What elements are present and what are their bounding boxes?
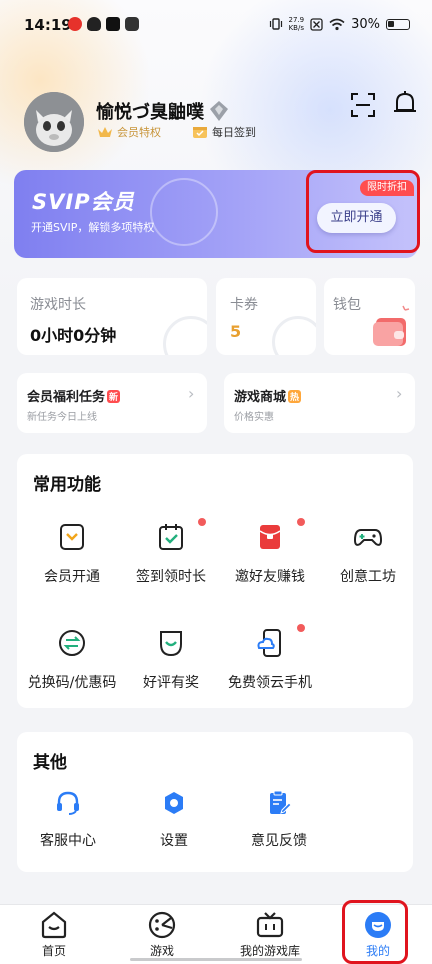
nav-game[interactable]: 游戏 bbox=[108, 910, 216, 959]
tiktok-icon bbox=[106, 17, 120, 31]
coupon-value: 5 bbox=[230, 322, 242, 341]
vip-privilege-link[interactable]: 会员特权 bbox=[97, 124, 161, 140]
nav-game-library[interactable]: 我的游戏库 bbox=[216, 910, 324, 959]
member-task-sub: 新任务今日上线 bbox=[27, 412, 97, 423]
daily-signin-link[interactable]: 每日签到 bbox=[192, 124, 256, 140]
notification-dot bbox=[297, 518, 305, 526]
battery-icon bbox=[386, 18, 410, 30]
func-member-open[interactable]: 会员开通 bbox=[22, 522, 122, 586]
highlight-box-nav bbox=[342, 900, 408, 964]
status-time: 14:19 bbox=[24, 16, 72, 34]
exchange-icon bbox=[57, 628, 87, 658]
notification-dot bbox=[198, 518, 206, 526]
username: 愉悦づ臭鼬噗 bbox=[96, 102, 204, 123]
weibo-icon bbox=[68, 17, 82, 31]
avatar-image bbox=[24, 92, 84, 152]
member-open-icon bbox=[57, 522, 87, 552]
func-signin-time[interactable]: 签到领时长 bbox=[121, 518, 221, 586]
scan-icon[interactable] bbox=[350, 92, 376, 118]
calendar-check-icon bbox=[156, 518, 206, 552]
member-task-title: 会员福利任务新 bbox=[27, 386, 121, 405]
wallet-label: 钱包 bbox=[333, 297, 361, 313]
level-diamond-icon bbox=[210, 101, 228, 121]
bulb-icon bbox=[87, 17, 101, 31]
game-mall-title: 游戏商城热 bbox=[234, 386, 302, 405]
gamepad-icon bbox=[353, 522, 383, 552]
func-workshop[interactable]: 创意工坊 bbox=[318, 522, 418, 586]
game-mall-sub: 价格实惠 bbox=[234, 412, 274, 423]
game-mall-title-text: 游戏商城 bbox=[234, 390, 287, 405]
game-library-icon bbox=[255, 910, 285, 940]
game-time-label: 游戏时长 bbox=[30, 297, 86, 313]
gamepad-watermark-icon bbox=[163, 316, 207, 355]
func-review-reward[interactable]: 好评有奖 bbox=[121, 628, 221, 692]
highlight-box-svip bbox=[306, 170, 420, 253]
home-indicator bbox=[130, 958, 302, 961]
func-invite-friends[interactable]: 邀好友赚钱 bbox=[220, 518, 320, 586]
hot-tag: 热 bbox=[288, 390, 302, 403]
func-label: 好评有奖 bbox=[143, 675, 199, 691]
app-icon bbox=[125, 17, 139, 31]
wifi-icon bbox=[329, 18, 345, 30]
cloud-phone-icon bbox=[255, 624, 305, 658]
member-task-title-text: 会员福利任务 bbox=[27, 390, 106, 405]
other-label: 客服中心 bbox=[40, 833, 96, 849]
vibrate-icon bbox=[269, 18, 282, 30]
coupon-label: 卡券 bbox=[230, 297, 258, 313]
headset-icon bbox=[53, 788, 83, 818]
home-icon bbox=[39, 910, 69, 940]
func-label: 签到领时长 bbox=[136, 569, 206, 585]
coupon-card[interactable] bbox=[216, 278, 316, 355]
func-label: 邀好友赚钱 bbox=[235, 569, 305, 585]
func-cloud-phone[interactable]: 免费领云手机 bbox=[220, 624, 320, 692]
feedback-icon bbox=[264, 788, 294, 818]
avatar[interactable] bbox=[24, 92, 84, 152]
new-tag: 新 bbox=[107, 390, 121, 403]
net-speed-unit: KB/s bbox=[288, 24, 304, 32]
svip-title: SVIP会员 bbox=[32, 190, 135, 214]
common-functions-title: 常用功能 bbox=[33, 475, 101, 495]
nav-label: 首页 bbox=[41, 944, 66, 958]
battery-percent: 30% bbox=[351, 16, 380, 32]
net-speed: 27.9 KB/s bbox=[289, 16, 305, 32]
settings-icon bbox=[159, 788, 189, 818]
notification-dot bbox=[297, 624, 305, 632]
func-redeem-code[interactable]: 兑换码/优惠码 bbox=[22, 628, 122, 692]
crown-icon bbox=[98, 127, 112, 137]
svip-subtitle: 开通SVIP，解锁多项特权 bbox=[31, 221, 155, 234]
smile-pocket-icon bbox=[156, 628, 186, 658]
status-bar: 14:19 27.9 KB/s 30% bbox=[0, 0, 432, 52]
func-label: 兑换码/优惠码 bbox=[27, 675, 117, 691]
other-label: 意见反馈 bbox=[251, 833, 307, 849]
wallet-icon bbox=[373, 305, 410, 346]
svip-decoration bbox=[150, 178, 218, 246]
other-customer-service[interactable]: 客服中心 bbox=[18, 788, 118, 850]
status-notification-icons bbox=[68, 17, 139, 31]
ticket-watermark-icon bbox=[272, 316, 316, 355]
vip-privilege-label: 会员特权 bbox=[117, 126, 161, 139]
bell-icon[interactable] bbox=[392, 90, 418, 118]
nav-label: 我的游戏库 bbox=[239, 944, 300, 958]
net-speed-value: 27.9 bbox=[288, 16, 305, 24]
game-icon bbox=[147, 910, 177, 940]
other-title: 其他 bbox=[33, 753, 67, 773]
nav-home[interactable]: 首页 bbox=[0, 910, 108, 959]
daily-signin-label: 每日签到 bbox=[212, 126, 256, 139]
chevron-right-icon: › bbox=[396, 384, 403, 403]
chevron-right-icon: › bbox=[188, 384, 195, 403]
sim-off-icon bbox=[310, 17, 323, 31]
other-label: 设置 bbox=[160, 833, 188, 849]
nav-label: 游戏 bbox=[149, 944, 174, 958]
status-right: 27.9 KB/s 30% bbox=[269, 16, 410, 32]
red-envelope-icon bbox=[255, 518, 305, 552]
other-feedback[interactable]: 意见反馈 bbox=[229, 788, 329, 850]
func-label: 创意工坊 bbox=[340, 569, 396, 585]
func-label: 免费领云手机 bbox=[228, 675, 312, 691]
other-settings[interactable]: 设置 bbox=[124, 788, 224, 850]
game-time-value: 0小时0分钟 bbox=[30, 326, 117, 345]
signin-calendar-icon bbox=[193, 127, 207, 138]
func-label: 会员开通 bbox=[44, 569, 100, 585]
